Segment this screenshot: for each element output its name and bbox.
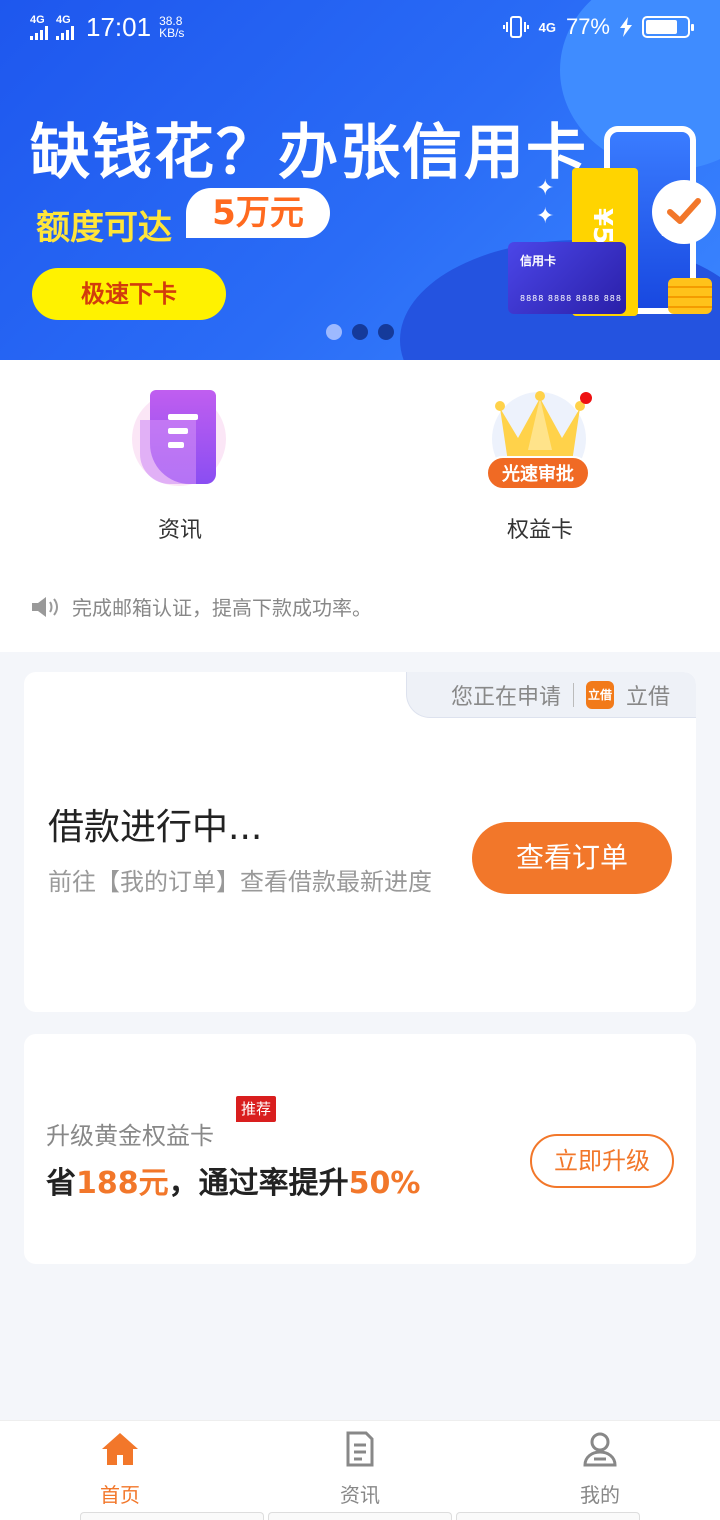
status-bar: 4G 4G 17:01 38.8 KB/s 4G 77%	[0, 0, 720, 56]
carousel-dot[interactable]	[352, 324, 368, 340]
speed-unit: KB/s	[159, 26, 185, 40]
tab-home[interactable]: 首页	[60, 1429, 180, 1508]
network-type: 4G	[56, 13, 71, 26]
entry-label: 权益卡	[506, 518, 573, 543]
battery-icon	[642, 16, 694, 38]
sparkle-icon: ✦	[536, 176, 555, 201]
speaker-icon	[32, 596, 58, 617]
applying-label: 您正在申请	[450, 684, 561, 710]
product-logo: 立借	[585, 680, 614, 709]
network-type: 4G	[30, 13, 45, 26]
fast-approval-badge: 光速审批	[486, 456, 590, 490]
benefit-text: ，通过率提升	[168, 1166, 349, 1201]
signal-icon: 4G	[30, 13, 48, 40]
entry-label: 资讯	[157, 518, 202, 543]
entry-benefit-card[interactable]: 光速审批 权益卡	[440, 388, 640, 544]
quick-entries: 资讯 光速审批 权益卡 完成邮箱认证，提高下款成功率。	[0, 360, 720, 652]
tab-label: 我的	[580, 1483, 620, 1507]
coins-illustration	[668, 278, 712, 314]
pass-rate: 50%	[348, 1166, 421, 1201]
gesture-area	[80, 1512, 640, 1520]
view-order-button[interactable]: 查看订单	[472, 822, 672, 894]
crown-icon: 光速审批	[486, 388, 592, 490]
amount-badge: 5万元	[186, 188, 330, 238]
loan-title: 借款进行中...	[48, 807, 263, 848]
upgrade-now-button[interactable]: 立即升级	[530, 1134, 674, 1188]
limit-label: 额度可达	[36, 208, 172, 248]
notice-text: 完成邮箱认证，提高下款成功率。	[72, 596, 372, 620]
battery-percent: 77%	[565, 14, 610, 39]
network-speed: 38.8 KB/s	[159, 15, 184, 39]
check-bubble-icon	[652, 180, 716, 244]
credit-card-illustration: 信用卡 8888 8888 8888 888	[508, 242, 626, 314]
carousel-dot[interactable]	[378, 324, 394, 340]
tab-news[interactable]: 资讯	[300, 1429, 420, 1508]
tab-label: 首页	[100, 1483, 140, 1507]
network-type: 4G	[538, 19, 556, 35]
upgrade-benefit: 省188元，通过率提升50%	[46, 1158, 420, 1202]
signal-icon: 4G	[56, 13, 74, 40]
notification-dot	[580, 392, 592, 404]
loan-description: 前往【我的订单】查看借款最新进度	[48, 868, 432, 896]
product-name: 立借	[625, 684, 670, 710]
upgrade-card: 升级黄金权益卡 推荐 省188元，通过率提升50% 立即升级	[24, 1034, 696, 1264]
user-icon	[583, 1432, 617, 1467]
sparkle-icon: ✦	[536, 204, 555, 229]
entry-news[interactable]: 资讯	[80, 388, 280, 544]
card-number: 8888 8888 8888 888	[520, 294, 622, 303]
notice-bar[interactable]: 完成邮箱认证，提高下款成功率。	[30, 592, 372, 621]
recommend-badge: 推荐	[236, 1096, 276, 1122]
save-prefix: 省	[46, 1166, 76, 1201]
loan-status-card: 您正在申请 立借 立借 借款进行中... 前往【我的订单】查看借款最新进度 查看…	[24, 672, 696, 1012]
tab-label: 资讯	[340, 1483, 380, 1507]
card-title: 信用卡	[520, 254, 557, 268]
clock: 17:01	[86, 12, 152, 42]
vibrate-icon	[502, 16, 529, 38]
charging-icon	[620, 17, 632, 37]
bottom-tab-bar: 首页 资讯 我的	[0, 1420, 720, 1520]
news-icon	[346, 1431, 374, 1467]
save-amount: 188元	[76, 1166, 169, 1201]
tab-mine[interactable]: 我的	[540, 1429, 660, 1508]
apply-card-button[interactable]: 极速下卡	[32, 268, 226, 320]
promo-banner[interactable]: 4G 4G 17:01 38.8 KB/s 4G 77% 缺钱花？办张信用卡 额…	[0, 0, 720, 360]
applying-product: 您正在申请 立借 立借	[406, 672, 696, 718]
banner-headline: 缺钱花？办张信用卡	[30, 118, 588, 188]
upgrade-label: 升级黄金权益卡	[46, 1122, 214, 1150]
divider	[572, 682, 574, 707]
news-document-icon	[130, 388, 230, 488]
carousel-dot[interactable]	[326, 324, 342, 340]
carousel-indicator[interactable]	[326, 324, 394, 340]
home-icon	[102, 1433, 138, 1465]
